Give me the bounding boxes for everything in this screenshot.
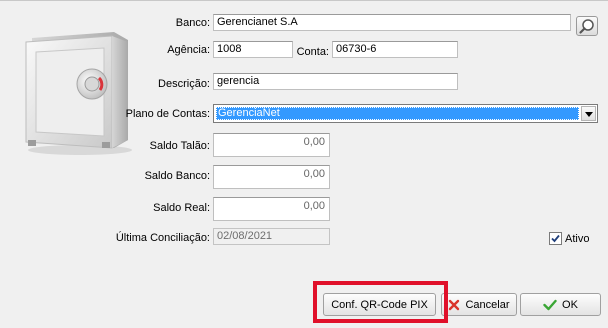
highlight-box bbox=[313, 281, 448, 323]
agencia-label: Agência: bbox=[167, 44, 210, 56]
saldo-banco-label: Saldo Banco: bbox=[144, 170, 210, 182]
window-top-border bbox=[0, 0, 608, 1]
cancel-label: Cancelar bbox=[465, 298, 510, 311]
banco-field[interactable]: Gerencianet S.A bbox=[213, 14, 571, 31]
safe-icon bbox=[20, 28, 138, 156]
saldo-banco-field[interactable]: 0,00 bbox=[213, 165, 330, 189]
chevron-down-icon[interactable] bbox=[581, 106, 596, 121]
ativo-checkbox[interactable] bbox=[549, 232, 562, 245]
conta-field[interactable]: 06730-6 bbox=[332, 41, 458, 58]
ultima-conciliacao-label: Última Conciliação: bbox=[115, 232, 210, 244]
agencia-field[interactable]: 1008 bbox=[213, 41, 293, 58]
saldo-talao-label: Saldo Talão: bbox=[149, 140, 210, 152]
saldo-real-field[interactable]: 0,00 bbox=[213, 197, 330, 221]
saldo-talao-field[interactable]: 0,00 bbox=[213, 133, 330, 157]
plano-contas-select[interactable]: GerenciaNet bbox=[213, 104, 598, 123]
search-icon bbox=[579, 19, 594, 34]
conta-label: Conta: bbox=[296, 46, 329, 58]
checkmark-icon bbox=[551, 234, 560, 243]
plano-contas-label: Plano de Contas: bbox=[125, 108, 210, 120]
descricao-label: Descrição: bbox=[158, 78, 210, 90]
ativo-label: Ativo bbox=[565, 233, 590, 245]
descricao-field[interactable]: gerencia bbox=[213, 73, 458, 90]
saldo-real-label: Saldo Real: bbox=[153, 202, 210, 214]
banco-label: Banco: bbox=[175, 17, 210, 29]
ok-button[interactable]: OK bbox=[520, 293, 601, 316]
search-button[interactable] bbox=[576, 16, 598, 36]
ultima-conciliacao-field: 02/08/2021 bbox=[213, 228, 330, 245]
plano-contas-selected-value: GerenciaNet bbox=[216, 107, 579, 120]
cancel-x-icon bbox=[449, 299, 460, 310]
cancel-button[interactable]: Cancelar bbox=[441, 293, 517, 316]
ok-label: OK bbox=[562, 298, 578, 311]
ok-checkmark-icon bbox=[543, 299, 557, 310]
